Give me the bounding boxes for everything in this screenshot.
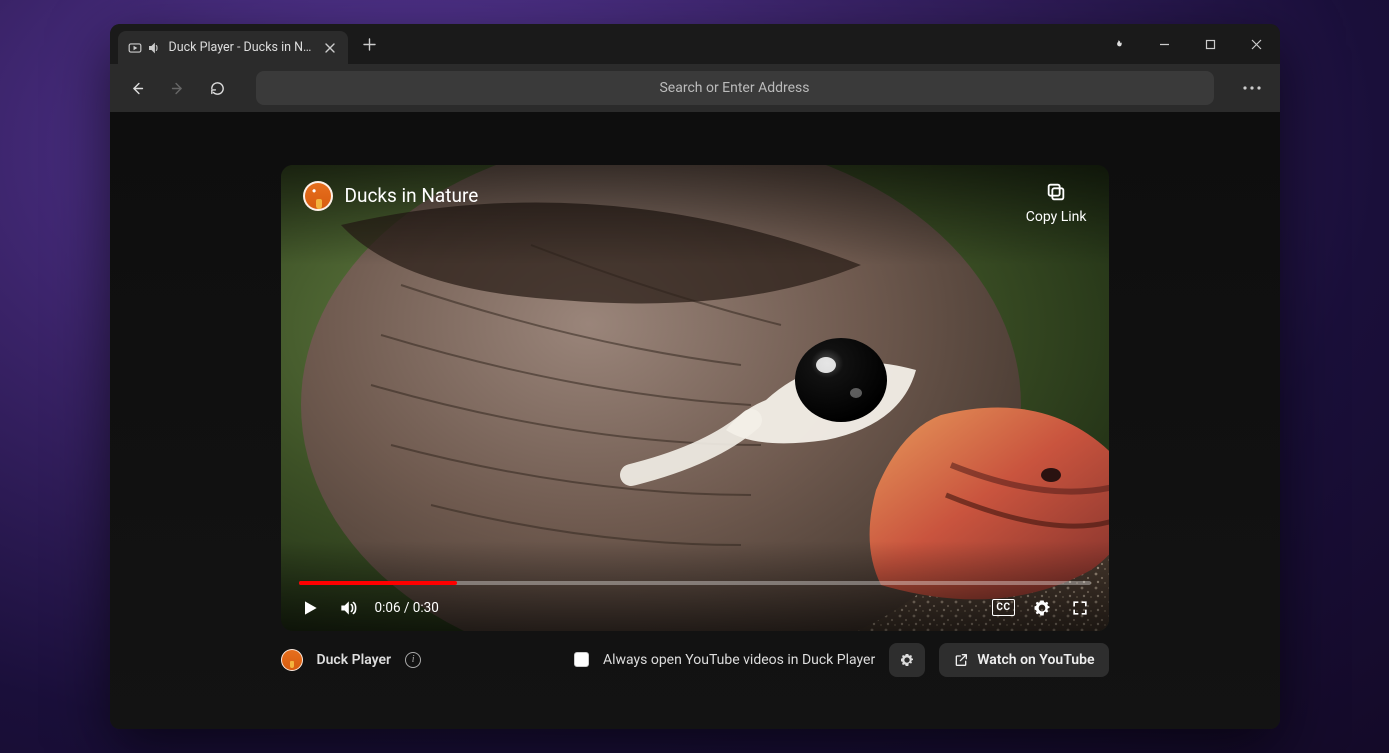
info-button[interactable]: i xyxy=(405,652,421,668)
video-title: Ducks in Nature xyxy=(345,184,479,207)
watch-on-youtube-label: Watch on YouTube xyxy=(977,652,1094,668)
close-icon xyxy=(325,43,335,53)
overflow-menu-button[interactable] xyxy=(1236,72,1268,104)
play-icon xyxy=(300,598,320,618)
arrow-left-icon xyxy=(129,80,146,97)
fire-button[interactable] xyxy=(1096,24,1142,64)
below-video-bar: Duck Player i Always open YouTube videos… xyxy=(281,643,1109,677)
video-title-group: Ducks in Nature xyxy=(303,181,479,211)
maximize-icon xyxy=(1205,39,1216,50)
titlebar: Duck Player - Ducks in Nature xyxy=(110,24,1280,64)
video-controls-row: 0:06 / 0:30 CC xyxy=(299,597,1091,619)
player-name-label: Duck Player xyxy=(317,652,392,668)
gear-icon xyxy=(899,652,915,668)
content-area: Ducks in Nature Copy Link xyxy=(110,112,1280,729)
duckduckgo-logo-icon xyxy=(303,181,333,211)
minimize-icon xyxy=(1159,39,1170,50)
ellipsis-icon xyxy=(1243,86,1261,90)
arrow-right-icon xyxy=(169,80,186,97)
forward-button[interactable] xyxy=(162,72,194,104)
address-bar-placeholder: Search or Enter Address xyxy=(659,80,809,96)
video-progress-fill xyxy=(299,581,457,585)
reload-icon xyxy=(209,80,226,97)
always-open-checkbox[interactable] xyxy=(574,652,589,667)
video-settings-button[interactable] xyxy=(1031,597,1053,619)
close-window-button[interactable] xyxy=(1234,24,1280,64)
video-progress-track[interactable] xyxy=(299,581,1091,585)
copy-link-button[interactable]: Copy Link xyxy=(1026,181,1087,225)
maximize-button[interactable] xyxy=(1188,24,1234,64)
video-overlay-bottom: 0:06 / 0:30 CC xyxy=(281,541,1109,631)
watch-on-youtube-button[interactable]: Watch on YouTube xyxy=(939,643,1108,677)
video-overlay-top: Ducks in Nature Copy Link xyxy=(281,165,1109,265)
browser-window: Duck Player - Ducks in Nature xyxy=(110,24,1280,729)
duck-player-settings-button[interactable] xyxy=(889,643,925,677)
always-open-label: Always open YouTube videos in Duck Playe… xyxy=(603,652,875,668)
gear-icon xyxy=(1032,598,1052,618)
volume-button[interactable] xyxy=(337,597,359,619)
play-button[interactable] xyxy=(299,597,321,619)
reload-button[interactable] xyxy=(202,72,234,104)
fullscreen-button[interactable] xyxy=(1069,597,1091,619)
fire-icon xyxy=(1113,39,1124,50)
toolbar: Search or Enter Address xyxy=(110,64,1280,112)
external-link-icon xyxy=(953,652,969,668)
browser-tab[interactable]: Duck Player - Ducks in Nature xyxy=(118,31,348,64)
captions-button[interactable]: CC xyxy=(992,599,1014,616)
copy-link-label: Copy Link xyxy=(1026,209,1087,225)
volume-icon xyxy=(338,598,358,618)
tab-title: Duck Player - Ducks in Nature xyxy=(169,40,314,55)
duckduckgo-logo-small-icon xyxy=(281,649,303,671)
audio-playing-icon xyxy=(147,41,161,55)
copy-icon xyxy=(1045,181,1067,203)
video-frame[interactable]: Ducks in Nature Copy Link xyxy=(281,165,1109,631)
video-time-display: 0:06 / 0:30 xyxy=(375,600,439,616)
tab-close-button[interactable] xyxy=(322,40,338,56)
fullscreen-icon xyxy=(1070,598,1090,618)
tab-icon-group xyxy=(128,41,161,55)
window-controls xyxy=(1096,24,1280,64)
new-tab-button[interactable] xyxy=(356,30,384,58)
duck-player-card: Ducks in Nature Copy Link xyxy=(281,165,1109,677)
plus-icon xyxy=(363,38,376,51)
close-icon xyxy=(1251,39,1262,50)
back-button[interactable] xyxy=(122,72,154,104)
duck-player-tab-icon xyxy=(128,41,142,55)
minimize-button[interactable] xyxy=(1142,24,1188,64)
address-bar[interactable]: Search or Enter Address xyxy=(256,71,1214,105)
